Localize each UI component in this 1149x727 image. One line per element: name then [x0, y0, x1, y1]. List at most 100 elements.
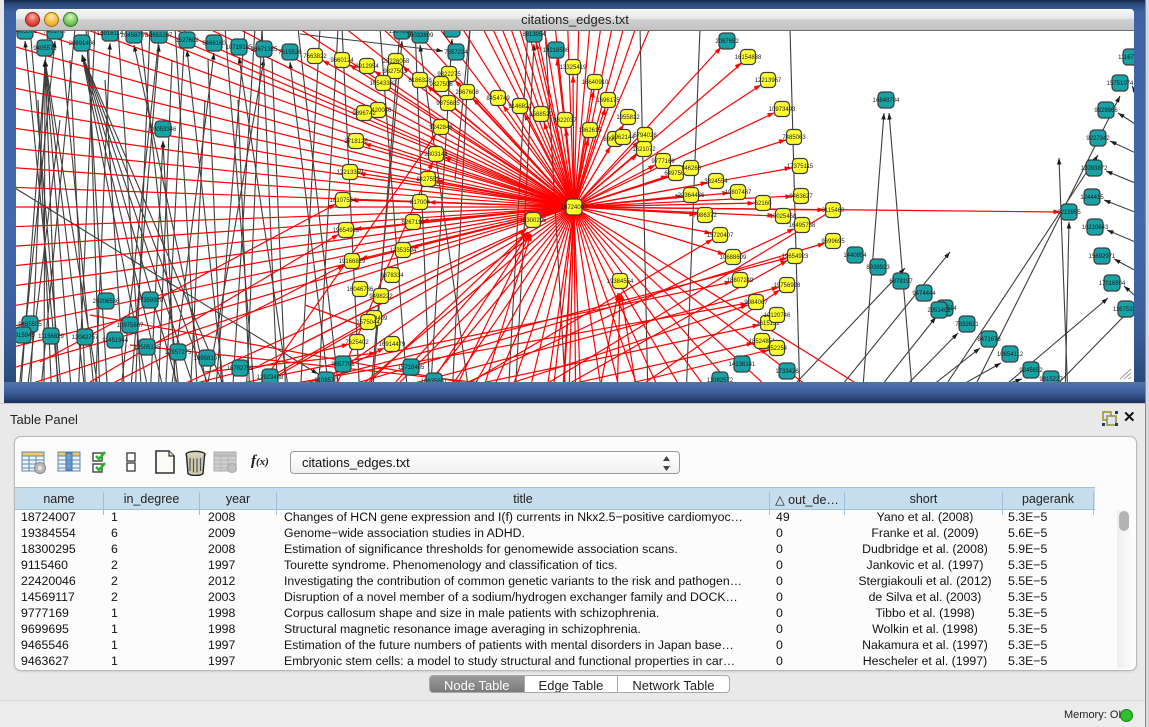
svg-text:11675331: 11675331	[1113, 307, 1134, 313]
svg-text:6879197: 6879197	[889, 279, 913, 285]
svg-text:16107554: 16107554	[330, 198, 357, 204]
svg-text:16495758: 16495758	[789, 223, 816, 229]
svg-text:7485063: 7485063	[782, 135, 806, 141]
svg-text:16648784: 16648784	[873, 98, 900, 104]
svg-text:7832621: 7832621	[955, 322, 979, 328]
svg-text:11082572: 11082572	[707, 378, 734, 382]
svg-text:7986372: 7986372	[693, 213, 717, 219]
svg-text:8267110: 8267110	[402, 220, 426, 226]
svg-text:3915945: 3915945	[16, 333, 35, 339]
svg-text:9657791: 9657791	[331, 362, 355, 368]
svg-text:9463627: 9463627	[789, 194, 813, 200]
svg-text:10025458: 10025458	[770, 214, 797, 220]
svg-text:2367608: 2367608	[455, 90, 479, 96]
svg-text:10835631: 10835631	[421, 379, 448, 382]
svg-text:20458757: 20458757	[121, 33, 148, 39]
svg-text:16914479: 16914479	[379, 342, 406, 348]
svg-text:6466160: 6466160	[202, 41, 226, 47]
svg-text:9660124: 9660124	[330, 58, 354, 64]
svg-text:17359928: 17359928	[137, 298, 164, 304]
svg-text:9827503: 9827503	[383, 69, 407, 75]
svg-text:16640910: 16640910	[582, 80, 609, 86]
svg-text:9498222: 9498222	[369, 294, 393, 300]
svg-text:8215955: 8215955	[1057, 210, 1081, 216]
svg-text:8471676: 8471676	[977, 337, 1001, 343]
svg-text:17957275: 17957275	[165, 350, 192, 356]
svg-text:746266: 746266	[681, 166, 702, 172]
svg-text:15692971: 15692971	[1089, 254, 1116, 260]
svg-text:18724007: 18724007	[561, 205, 588, 211]
svg-text:8813054: 8813054	[522, 32, 546, 38]
svg-text:9875685: 9875685	[436, 101, 460, 107]
svg-text:10973493: 10973493	[769, 107, 796, 113]
svg-text:19384554: 19384554	[607, 279, 634, 285]
svg-text:9315227: 9315227	[1039, 377, 1063, 382]
svg-text:1696175: 1696175	[596, 98, 620, 104]
svg-text:11167533: 11167533	[1118, 55, 1134, 61]
svg-text:10688609: 10688609	[720, 255, 747, 261]
svg-text:19654923: 19654923	[782, 254, 809, 260]
svg-text:15751074: 15751074	[1107, 81, 1134, 87]
svg-text:9242848: 9242848	[429, 125, 453, 131]
svg-text:9896742: 9896742	[352, 111, 376, 117]
svg-text:16154838: 16154838	[735, 55, 762, 61]
svg-text:9405571: 9405571	[16, 31, 37, 35]
svg-text:14136141: 14136141	[729, 362, 756, 368]
svg-text:9827508: 9827508	[429, 82, 453, 88]
svg-text:12505135: 12505135	[134, 345, 161, 351]
svg-text:1955812: 1955812	[616, 115, 640, 121]
svg-text:9084067: 9084067	[744, 300, 768, 306]
svg-text:817004: 817004	[410, 200, 431, 206]
svg-text:9699695: 9699695	[821, 239, 845, 245]
svg-text:13325419: 13325419	[560, 65, 587, 71]
svg-text:19218586: 19218586	[543, 48, 570, 54]
svg-text:12923468: 12923468	[257, 375, 284, 381]
svg-text:10653287: 10653287	[146, 33, 173, 39]
svg-text:1575044: 1575044	[356, 320, 380, 326]
svg-text:12042757: 12042757	[72, 335, 99, 341]
svg-text:11451944: 11451944	[102, 338, 129, 344]
svg-text:16033809: 16033809	[407, 33, 434, 39]
svg-text:11156829: 11156829	[38, 334, 64, 340]
svg-text:7625402: 7625402	[345, 340, 369, 346]
svg-text:8427552: 8427552	[416, 177, 440, 183]
svg-text:9329966: 9329966	[1094, 108, 1118, 114]
svg-text:1733426: 1733426	[775, 369, 799, 375]
svg-text:16671385: 16671385	[251, 47, 278, 53]
svg-text:8878334: 8878334	[380, 273, 404, 279]
svg-text:9108570: 9108570	[314, 378, 338, 382]
svg-text:62160: 62160	[755, 201, 772, 207]
svg-text:8454749: 8454749	[486, 96, 510, 102]
svg-text:15716485: 15716485	[398, 365, 425, 371]
svg-text:2951402: 2951402	[927, 308, 951, 314]
svg-text:2087652: 2087652	[715, 39, 739, 45]
svg-text:10120746: 10120746	[764, 313, 791, 319]
svg-text:7515526: 7515526	[278, 50, 302, 56]
svg-text:9777169: 9777169	[651, 159, 675, 165]
svg-text:17375115: 17375115	[787, 164, 814, 170]
svg-text:3824554: 3824554	[704, 179, 728, 185]
svg-text:10975867: 10975867	[117, 323, 144, 329]
svg-text:2803144: 2803144	[424, 152, 448, 158]
svg-text:8912954: 8912954	[355, 64, 379, 70]
svg-text:12093872: 12093872	[1081, 166, 1108, 172]
svg-text:19756928: 19756928	[774, 283, 801, 289]
svg-text:10590762: 10590762	[439, 31, 466, 33]
svg-text:18807249: 18807249	[727, 278, 754, 284]
svg-text:9405571: 9405571	[33, 46, 57, 52]
svg-text:1440954: 1440954	[843, 253, 867, 259]
svg-text:9115460: 9115460	[822, 208, 846, 214]
svg-text:20053346: 20053346	[150, 127, 177, 133]
svg-text:20206536: 20206536	[93, 299, 120, 305]
svg-text:252254: 252254	[767, 346, 788, 352]
svg-text:16543382: 16543382	[370, 81, 397, 87]
svg-text:9474444: 9474444	[912, 291, 936, 297]
svg-text:15720407: 15720407	[707, 233, 734, 239]
svg-text:16782759: 16782759	[227, 366, 254, 372]
svg-text:10807487: 10807487	[725, 190, 752, 196]
svg-text:1962144: 1962144	[611, 135, 635, 141]
svg-text:7403707: 7403707	[43, 31, 67, 35]
svg-text:19654925: 19654925	[333, 228, 360, 234]
svg-text:6794028: 6794028	[633, 133, 657, 139]
svg-text:9227342: 9227342	[1086, 136, 1110, 142]
